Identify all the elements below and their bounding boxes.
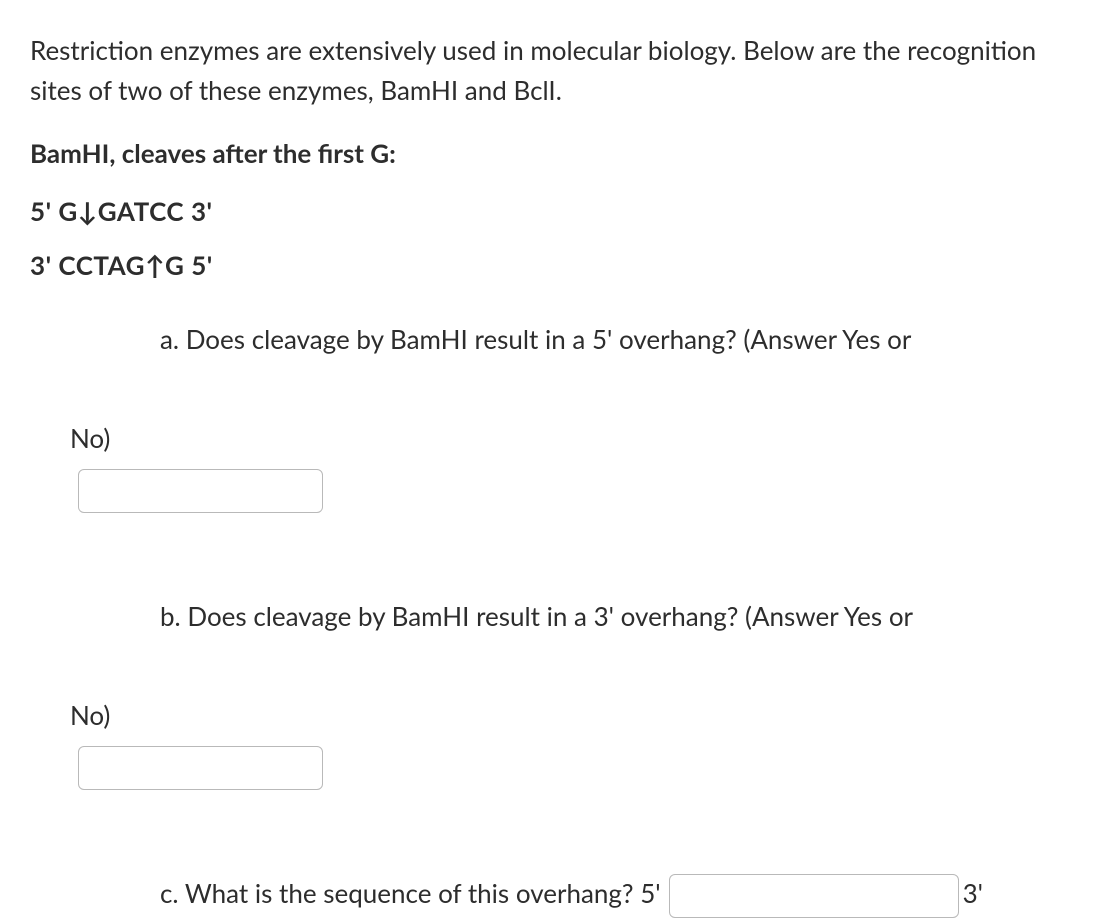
question-c-prefix: c. What is the sequence of this overhang… [160,869,661,918]
sequence-bottom: 3' CCTAG↑G 5' [30,245,1088,285]
question-a: a. Does cleavage by BamHI result in a 5'… [30,315,1088,562]
intro-text: Restriction enzymes are extensively used… [30,30,1088,111]
question-b: b. Does cleavage by BamHI result in a 3'… [30,592,1088,839]
question-c-trail: 3' [963,869,983,918]
question-c: c. What is the sequence of this overhang… [30,869,1088,918]
question-b-trail: No) [70,699,110,731]
question-b-prefix: b. Does cleavage by BamHI result in a 3'… [160,592,913,641]
answer-input-a[interactable] [78,469,323,513]
question-a-trail: No) [70,422,110,454]
answer-input-b[interactable] [78,746,323,790]
sequence-top: 5' G↓GATCC 3' [30,191,1088,231]
enzyme-header: BamHI, cleaves after the first G: [30,133,1088,173]
question-a-prefix: a. Does cleavage by BamHI result in a 5'… [160,315,911,364]
answer-input-c[interactable] [669,874,959,918]
